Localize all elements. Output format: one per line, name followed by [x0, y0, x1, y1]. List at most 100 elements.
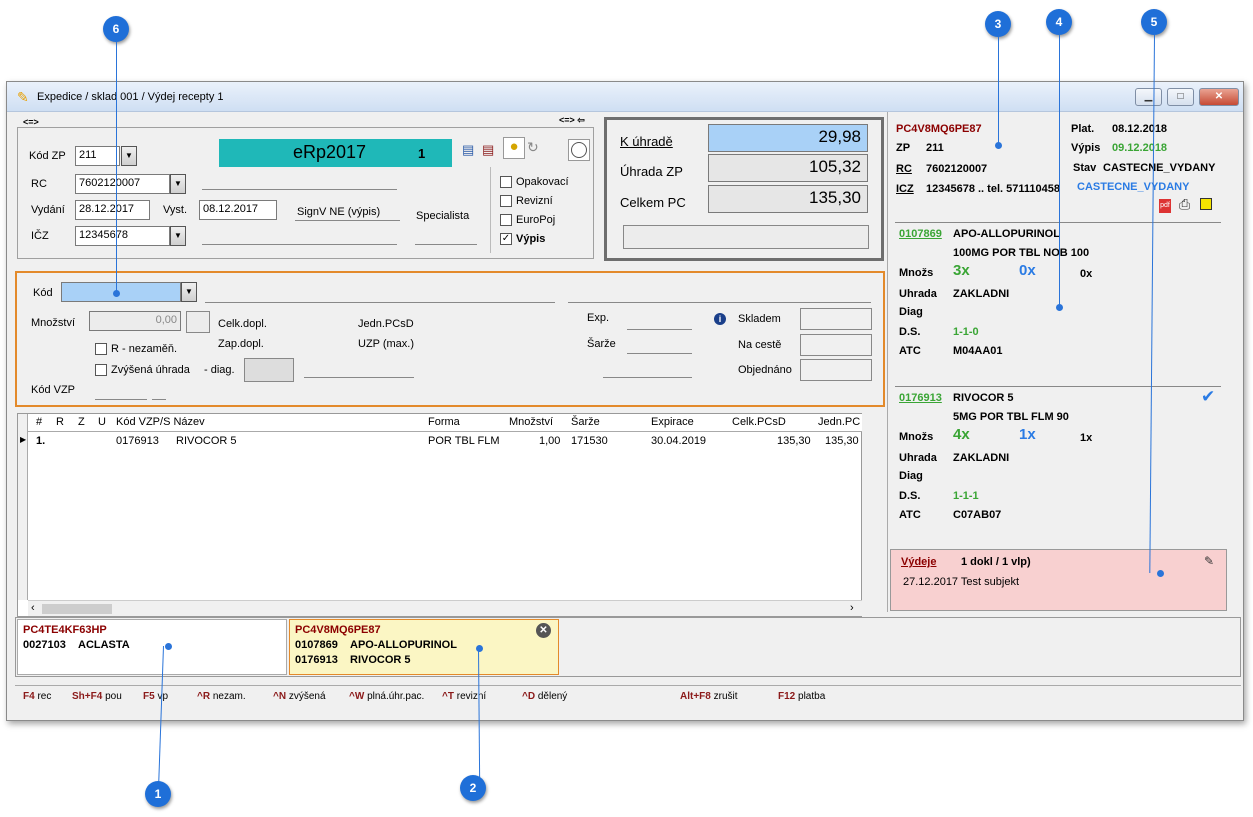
vyst-field[interactable]: 08.12.2017 [199, 200, 277, 220]
col-header-jedn[interactable]: Jedn.PC [818, 414, 860, 432]
col-header-expirace[interactable]: Expirace [651, 414, 694, 432]
kod-dropdown[interactable]: ▼ [181, 282, 197, 302]
circle-icon[interactable] [568, 139, 590, 161]
scroll-right-icon[interactable]: › [850, 602, 854, 614]
drug2-m3: 1x [1080, 432, 1093, 444]
revizni-label: Revizní [516, 195, 553, 207]
r-nezamen-label: R - nezaměň. [111, 343, 178, 355]
title-bar: ✎ Expedice / sklad 001 / Výdej recepty 1… [7, 82, 1243, 112]
zvysena-checkbox[interactable] [95, 364, 107, 376]
fkey-ctrl-r-label: nezam. [212, 691, 246, 702]
drug1-m1: 3x [953, 262, 970, 279]
refresh-icon[interactable]: ↻ [527, 139, 539, 156]
erp-count: 1 [418, 146, 426, 161]
col-header-r[interactable]: R [56, 414, 64, 432]
tab2-close-icon[interactable]: ✕ [536, 623, 551, 638]
icz-dropdown[interactable]: ▼ [170, 226, 186, 246]
fkey-f5[interactable]: F5 vp [143, 691, 168, 702]
drug2-ds-label: D.S. [899, 490, 921, 502]
right-vypis-label: Výpis [1071, 142, 1101, 154]
fkey-shf4[interactable]: Sh+F4 pou [72, 691, 122, 702]
mnozstvi-field[interactable]: 0,00 [89, 311, 181, 331]
drug1-nazev: APO-ALLOPURINOL [953, 228, 1060, 240]
drug2-kod[interactable]: 0176913 [899, 392, 942, 404]
signv-label: SignV NE (výpis) [297, 206, 381, 218]
fkey-ctrl-w[interactable]: ^W plná.úhr.pac. [349, 691, 424, 702]
diag-field[interactable] [244, 358, 294, 382]
r-nezamen-checkbox[interactable] [95, 343, 107, 355]
zap-dopl-label: Zap.dopl. [218, 338, 264, 350]
europoj-checkbox[interactable] [500, 214, 512, 226]
revizni-checkbox[interactable] [500, 195, 512, 207]
fkey-f4[interactable]: F4 rec [23, 691, 51, 702]
totals-note-field [623, 225, 869, 249]
copy-icon[interactable] [1200, 198, 1212, 210]
row-kod: 0176913 [116, 435, 159, 447]
kod-extra-underline [568, 302, 871, 303]
col-header-z[interactable]: Z [78, 414, 85, 432]
vydani-label: Vydání [31, 204, 65, 216]
fkey-ctrl-n[interactable]: ^N zvýšená [273, 691, 326, 702]
scroll-thumb[interactable] [42, 604, 112, 614]
kod-field[interactable] [61, 282, 181, 302]
table-row[interactable]: ▶ 1. 0176913 RIVOCOR 5 POR TBL FLM 1,00 … [18, 433, 862, 451]
tab1-line-kod: 0027103 [23, 639, 66, 651]
maximize-button[interactable]: □ [1167, 88, 1194, 106]
kod-zp-field[interactable]: 211 [75, 146, 120, 166]
doc-icon[interactable]: ▤ [462, 142, 474, 158]
col-header-mnozstvi[interactable]: Množství [509, 414, 553, 432]
objednano-field [800, 359, 872, 381]
fkey-f12[interactable]: F12 platba [778, 691, 825, 702]
drug2-atc-label: ATC [899, 509, 921, 521]
horizontal-scrollbar[interactable]: ‹ › [28, 600, 862, 616]
vydeje-label[interactable]: Výdeje [901, 556, 936, 568]
col-header-forma[interactable]: Forma [428, 414, 460, 432]
na-ceste-field [800, 334, 872, 356]
close-button[interactable]: ✕ [1199, 88, 1239, 106]
col-header-u[interactable]: U [98, 414, 106, 432]
fkey-ctrl-t[interactable]: ^T revizní [442, 691, 486, 702]
fkey-ctrl-d[interactable]: ^D dělený [522, 691, 567, 702]
coin-icon[interactable]: ● [503, 137, 525, 159]
col-header-sarze[interactable]: Šarže [571, 414, 600, 432]
fkey-ctrl-r[interactable]: ^R nezam. [197, 691, 246, 702]
minimize-button[interactable]: ▁ [1135, 88, 1162, 106]
col-header-num[interactable]: # [36, 414, 42, 432]
items-grid[interactable]: # R Z U Kód VZP/S Název Forma Množství Š… [17, 413, 862, 617]
col-header-kod-nazev[interactable]: Kód VZP/S Název [116, 414, 205, 432]
drug1-ds: 1-1-0 [953, 326, 979, 338]
prescription-tab-2[interactable]: PC4V8MQ6PE87 ✕ 0107869 APO-ALLOPURINOL 0… [289, 619, 559, 675]
icz-field[interactable]: 12345678 [75, 226, 170, 246]
opakovaci-checkbox[interactable] [500, 176, 512, 188]
fkey-f4-key: F4 [23, 691, 35, 702]
col-header-celk[interactable]: Celk.PCsD [732, 414, 786, 432]
signv-underline [295, 220, 400, 221]
vypis-checkbox[interactable]: ✓ [500, 233, 512, 245]
nav-arrows-left[interactable]: <=> [23, 117, 39, 127]
drug1-kod[interactable]: 0107869 [899, 228, 942, 240]
row-num: 1. [36, 435, 46, 447]
nav-arrows-right[interactable]: <=> ⇦ [559, 115, 585, 126]
celkem-pc-label: Celkem PC [620, 195, 686, 210]
vydani-field[interactable]: 28.12.2017 [75, 200, 150, 220]
kod-zp-dropdown[interactable]: ▼ [121, 146, 137, 166]
printer-icon[interactable]: ⎙ [1179, 196, 1190, 213]
info-icon[interactable]: i [714, 313, 726, 325]
right-rc-label: RC [896, 163, 912, 175]
right-stav: CASTECNE_VYDANY [1103, 162, 1216, 174]
fkey-alt-f8[interactable]: Alt+F8 zrušit [680, 691, 738, 702]
fkey-f5-key: F5 [143, 691, 155, 702]
drug2-atc: C07AB07 [953, 509, 1002, 521]
edit-icon[interactable]: ✎ [1204, 554, 1214, 568]
rc-dropdown[interactable]: ▼ [170, 174, 186, 194]
pdf-icon[interactable]: pdf [1159, 199, 1171, 213]
right-divider-1 [895, 222, 1221, 223]
callout-line-6 [116, 42, 117, 294]
rc-field[interactable]: 7602120007 [75, 174, 170, 194]
prescription-tab-1[interactable]: PC4TE4KF63HP 0027103 ACLASTA [17, 619, 287, 675]
scroll-left-icon[interactable]: ‹ [31, 602, 35, 614]
fkey-ctrl-w-label: plná.úhr.pac. [367, 691, 425, 702]
callout-badge-2: 2 [460, 775, 486, 801]
row-jedn: 135,30 [825, 435, 859, 447]
doc-list-icon[interactable]: ▤ [482, 142, 494, 158]
